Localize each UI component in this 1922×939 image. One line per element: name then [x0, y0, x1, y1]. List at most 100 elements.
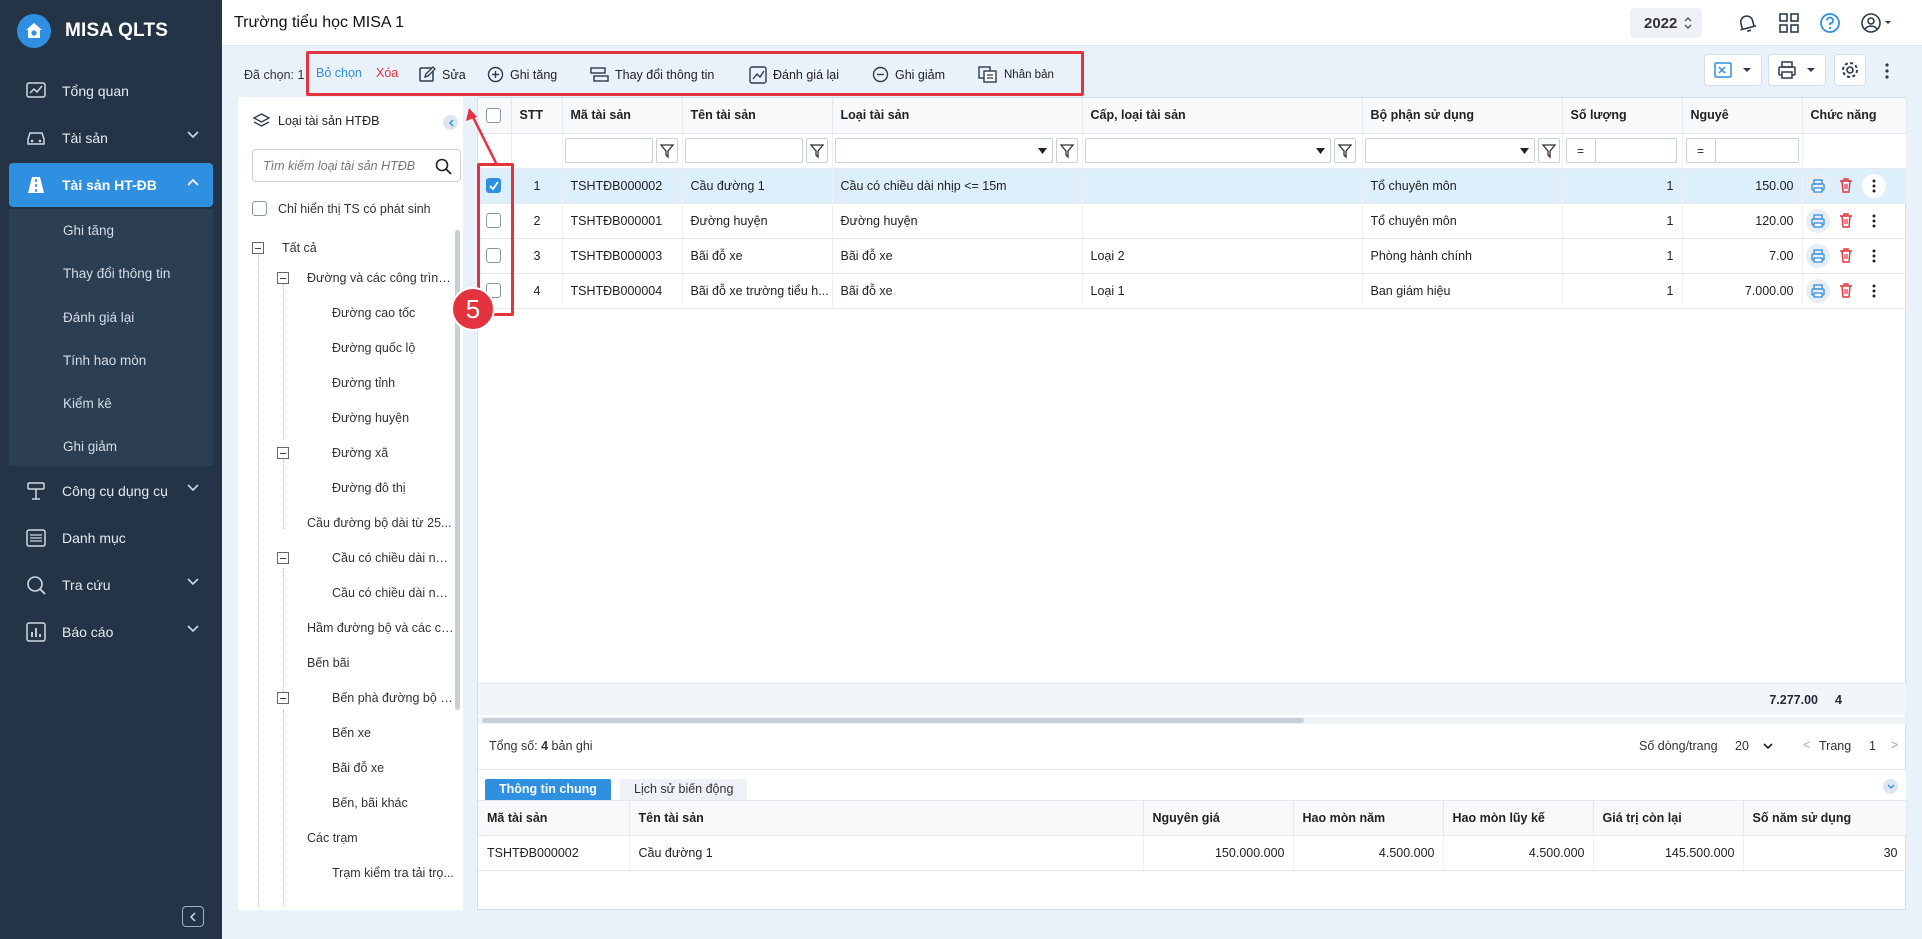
filter-input-code[interactable]	[564, 138, 653, 163]
sidebar-item-reports[interactable]: Báo cáo	[9, 610, 213, 654]
tree-node[interactable]: Bến bãi	[307, 656, 455, 670]
tree-node-all[interactable]: Tất cả	[282, 241, 452, 255]
next-page-button[interactable]: >	[1891, 738, 1898, 752]
column-header-grade[interactable]: Cấp, loại tài sản	[1082, 98, 1363, 134]
checkbox[interactable]	[252, 201, 267, 216]
only-with-transactions-checkbox[interactable]: Chỉ hiển thị TS có phát sinh	[252, 201, 431, 216]
sidebar-item-catalog[interactable]: Danh mục	[9, 516, 213, 560]
row-more-button[interactable]	[1861, 208, 1886, 233]
filter-operator-quantity[interactable]: =	[1565, 138, 1596, 163]
tree-node[interactable]: Cầu có chiều dài nhị...	[332, 586, 454, 600]
tab-general-info[interactable]: Thông tin chung	[485, 779, 611, 801]
column-header-type[interactable]: Loại tài sản	[832, 98, 1083, 134]
sidebar-collapse-button[interactable]	[182, 906, 204, 927]
user-avatar-icon[interactable]	[1860, 12, 1894, 34]
prev-page-button[interactable]: <	[1803, 738, 1810, 752]
tree-node[interactable]: Bãi đỗ xe	[332, 761, 454, 775]
tree-node[interactable]: Đường tỉnh	[332, 376, 454, 390]
filter-operator-price[interactable]: =	[1685, 138, 1716, 163]
rows-per-page-select[interactable]: 20	[1735, 733, 1779, 759]
row-print-button[interactable]	[1805, 278, 1830, 303]
tree-node[interactable]: Đường huyện	[332, 411, 454, 425]
row-print-button[interactable]	[1805, 173, 1830, 198]
more-vertical-icon[interactable]	[1884, 62, 1890, 80]
sidebar-item-overview[interactable]: Tổng quan	[9, 69, 213, 113]
submenu-item-increase[interactable]: Ghi tăng	[63, 223, 114, 238]
edit-button[interactable]: Sửa	[419, 66, 466, 83]
trash-icon[interactable]	[1839, 213, 1853, 228]
decrease-button[interactable]: Ghi giảm	[872, 66, 945, 83]
export-excel-button[interactable]	[1704, 54, 1762, 86]
change-info-button[interactable]: Thay đổi thông tin	[589, 66, 714, 83]
tree-collapse-toggle[interactable]	[277, 447, 289, 459]
table-row[interactable]: 3 TSHTĐB000003 Bãi đỗ xe Bãi đỗ xe Loại …	[478, 238, 1907, 274]
row-more-button[interactable]	[1861, 278, 1886, 303]
column-header-stt[interactable]: STT	[511, 98, 563, 134]
row-print-button[interactable]	[1805, 208, 1830, 233]
horizontal-scrollbar[interactable]	[478, 717, 1906, 724]
tree-node[interactable]: Bến, bãi khác	[332, 796, 454, 810]
asset-type-search-input[interactable]	[253, 150, 423, 181]
filter-icon[interactable]	[655, 138, 678, 163]
table-row[interactable]: 1 TSHTĐB000002 Cầu đường 1 Cầu có chiều …	[478, 168, 1907, 204]
row-more-button[interactable]	[1861, 243, 1886, 268]
filter-select-grade[interactable]	[1084, 138, 1331, 163]
filter-select-department[interactable]	[1364, 138, 1535, 163]
filter-input-name[interactable]	[684, 138, 803, 163]
tree-node[interactable]: Cầu có chiều dài nhị...	[332, 551, 454, 565]
increase-button[interactable]: Ghi tăng	[487, 66, 557, 83]
tree-node[interactable]: Đường đô thị	[332, 481, 454, 495]
bell-icon[interactable]	[1736, 12, 1758, 34]
column-header-original-price[interactable]: Nguyê	[1682, 98, 1803, 134]
select-all-checkbox[interactable]	[486, 107, 501, 123]
submenu-item-decrease[interactable]: Ghi giảm	[63, 439, 117, 454]
tree-collapse-toggle[interactable]	[277, 552, 289, 564]
tree-node[interactable]: Đường xã	[332, 446, 454, 460]
trash-icon[interactable]	[1839, 283, 1853, 298]
tree-node[interactable]: Đường và các công trình ...	[307, 271, 455, 285]
table-row[interactable]: 2 TSHTĐB000001 Đường huyện Đường huyện T…	[478, 203, 1907, 239]
tree-node[interactable]: Bến phà đường bộ v...	[332, 691, 454, 705]
filter-icon[interactable]	[1333, 138, 1356, 163]
current-page[interactable]: 1	[1869, 739, 1876, 753]
submenu-item-inventory[interactable]: Kiểm kê	[63, 396, 112, 411]
year-selector[interactable]: 2022	[1630, 8, 1702, 38]
sidebar-item-assets[interactable]: Tài sản	[9, 116, 213, 160]
filter-input-price[interactable]	[1714, 138, 1799, 163]
tree-node[interactable]: Trạm kiểm tra tải trọ...	[332, 866, 454, 880]
row-print-button[interactable]	[1805, 243, 1830, 268]
panel-collapse-button[interactable]	[443, 115, 458, 130]
asset-type-search[interactable]	[252, 149, 461, 182]
submenu-item-depreciation[interactable]: Tính hao mòn	[63, 353, 146, 368]
tree-collapse-toggle[interactable]	[277, 692, 289, 704]
tree-node[interactable]: Đường cao tốc	[332, 306, 454, 320]
filter-icon[interactable]	[1055, 138, 1078, 163]
trash-icon[interactable]	[1839, 178, 1853, 193]
row-more-button[interactable]	[1861, 173, 1886, 198]
filter-input-quantity[interactable]	[1594, 138, 1677, 163]
sidebar-item-lookup[interactable]: Tra cứu	[9, 563, 213, 607]
submenu-item-change-info[interactable]: Thay đổi thông tin	[63, 266, 170, 281]
tree-node[interactable]: Bến xe	[332, 726, 454, 740]
tree-node[interactable]: Các trạm	[307, 831, 455, 845]
delete-link[interactable]: Xóa	[376, 66, 398, 80]
duplicate-button[interactable]: Nhân bản	[978, 66, 1054, 83]
revalue-button[interactable]: Đánh giá lại	[749, 66, 839, 84]
tab-change-history[interactable]: Lịch sử biến động	[620, 779, 748, 801]
deselect-link[interactable]: Bỏ chọn	[316, 66, 362, 80]
settings-button[interactable]	[1834, 54, 1866, 86]
filter-icon[interactable]	[805, 138, 828, 163]
tree-node[interactable]: Cầu đường bộ dài từ 25...	[307, 516, 455, 530]
app-logo[interactable]: MISA QLTS	[17, 14, 168, 48]
column-header-code[interactable]: Mã tài sản	[562, 98, 683, 134]
tree-collapse-toggle[interactable]	[252, 242, 264, 254]
filter-select-type[interactable]	[834, 138, 1053, 163]
apps-grid-icon[interactable]	[1778, 12, 1800, 34]
column-header-quantity[interactable]: Số lượng	[1562, 98, 1683, 134]
tree-collapse-toggle[interactable]	[277, 272, 289, 284]
column-header-name[interactable]: Tên tài sản	[682, 98, 833, 134]
print-button[interactable]	[1768, 54, 1826, 86]
trash-icon[interactable]	[1839, 248, 1853, 263]
submenu-item-revalue[interactable]: Đánh giá lại	[63, 310, 134, 325]
column-header-department[interactable]: Bộ phận sử dụng	[1362, 98, 1563, 134]
